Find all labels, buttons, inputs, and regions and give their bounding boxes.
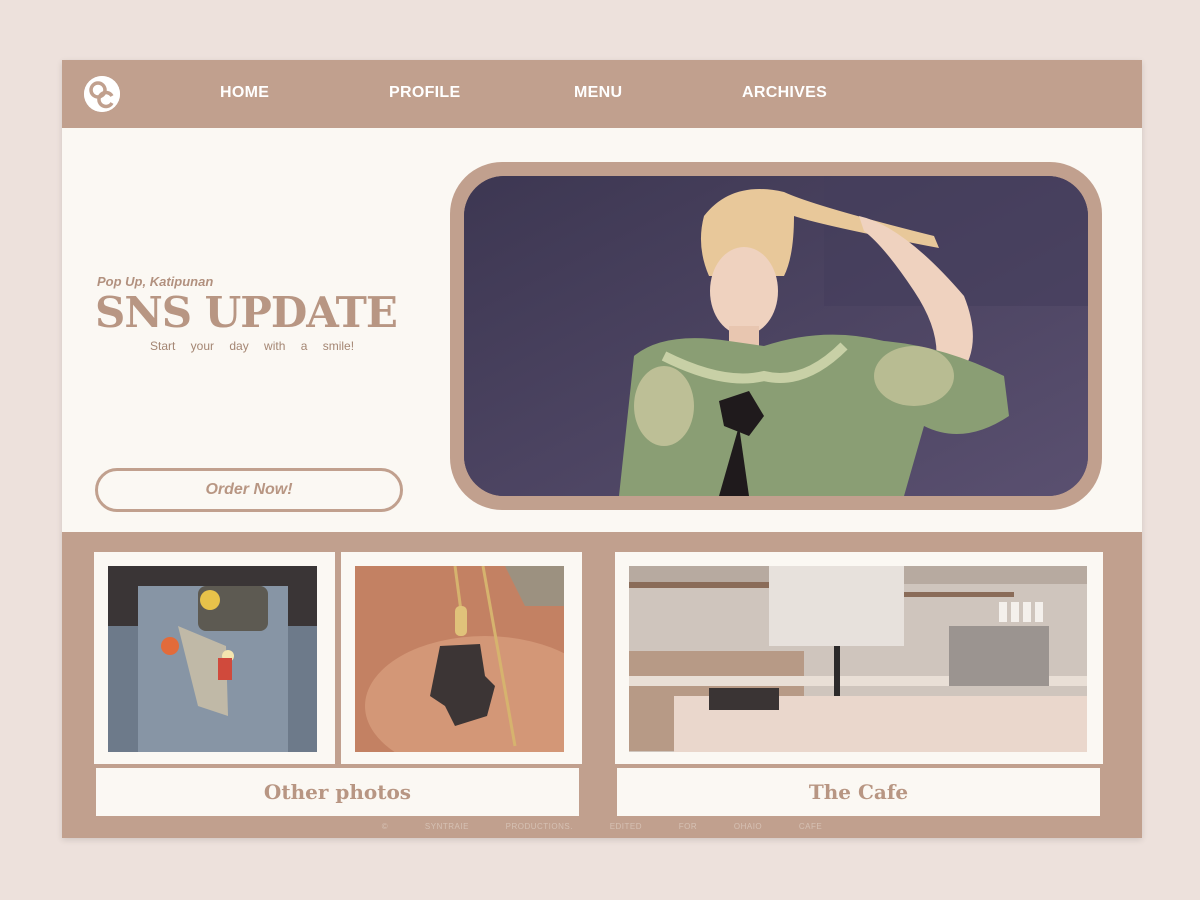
hero-tagline: Start your day with a smile!	[150, 339, 355, 353]
photo-card-necklace	[341, 552, 582, 764]
hero-photo-frame	[450, 162, 1102, 510]
photo-card-cafe	[615, 552, 1103, 764]
photo-cafe	[629, 566, 1087, 752]
nav-archives[interactable]: ARCHIVES	[742, 84, 827, 102]
hero-kicker: Pop Up, Katipunan	[97, 274, 214, 289]
photo-card-bag	[94, 552, 335, 764]
caption-the-cafe[interactable]: The Cafe	[617, 768, 1100, 816]
page-frame: HOME PROFILE MENU ARCHIVES Pop Up, Katip…	[62, 60, 1142, 838]
footer-credit: © SYNTRAIE PRODUCTIONS. EDITED FOR OHAIO…	[381, 822, 823, 831]
photo-bag	[108, 566, 317, 752]
logo-icon[interactable]	[84, 76, 120, 112]
nav-home[interactable]: HOME	[220, 84, 269, 102]
order-now-button[interactable]: Order Now!	[95, 468, 403, 512]
top-nav: HOME PROFILE MENU ARCHIVES	[62, 60, 1142, 128]
caption-other-photos[interactable]: Other photos	[96, 768, 579, 816]
photo-necklace	[355, 566, 564, 752]
hero-title: SNS UPDATE	[95, 288, 398, 337]
hero-photo	[464, 176, 1088, 496]
hero-section: Pop Up, Katipunan SNS UPDATE Start your …	[62, 128, 1142, 532]
nav-profile[interactable]: PROFILE	[389, 84, 460, 102]
nav-menu[interactable]: MENU	[574, 84, 622, 102]
